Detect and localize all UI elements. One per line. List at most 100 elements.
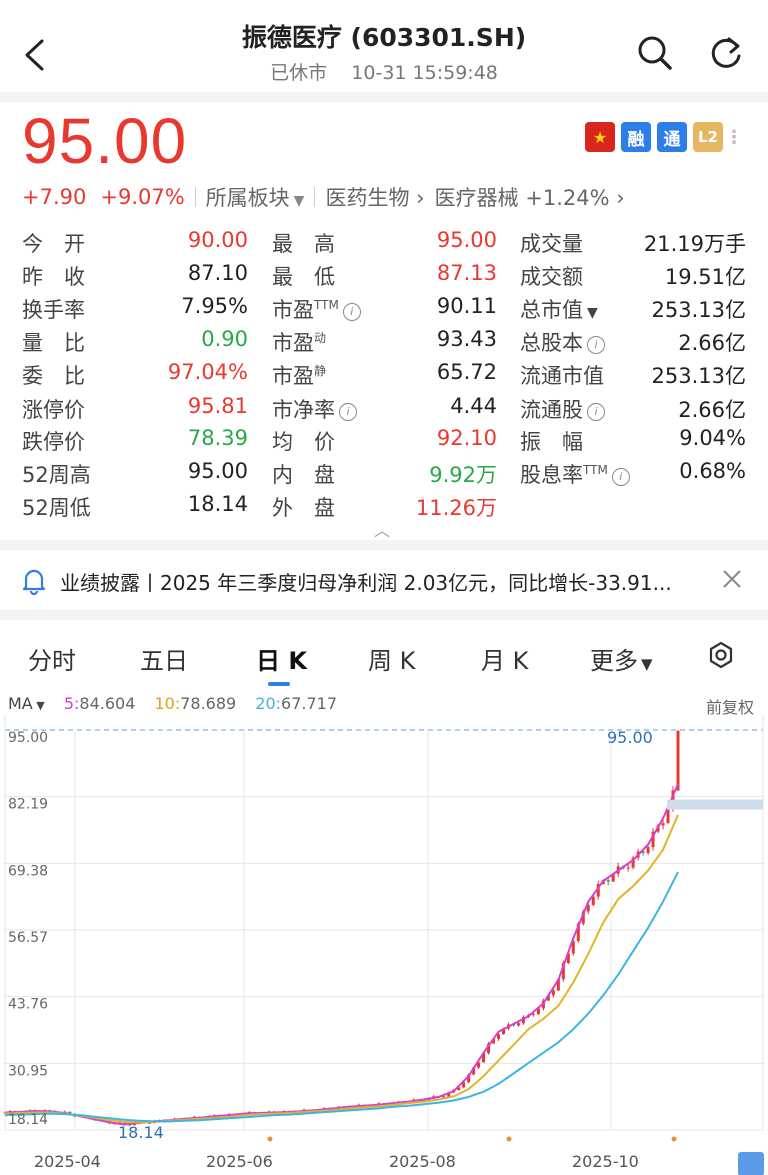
ma20-value: 67.717 [281,694,338,713]
divider [314,187,316,207]
y-tick-label: 69.38 [8,863,48,879]
label-sup: TTM [314,298,339,312]
ma-line-5 [4,783,679,1126]
stat-volume: 21.19万手 [643,232,746,256]
chevron-right-icon: › [416,186,425,210]
notice-text: 业绩披露丨2025 年三季度归母净利润 2.03亿元，同比增长-33.91... [60,571,672,595]
info-icon[interactable]: i [587,403,605,421]
stat-label-dividend[interactable]: 股息率TTM i [520,459,630,489]
margin-badge[interactable]: 融 [621,122,651,152]
tab-monthly-k[interactable]: 月 K [481,641,528,676]
close-icon[interactable] [722,569,742,589]
label-text: 总股本 [520,331,583,355]
sector-link-2[interactable]: 医疗器械 +1.24% › [435,182,625,212]
stat-label: 跌停价 [22,430,85,454]
stat-label-float[interactable]: 流通股 i [520,394,605,424]
price-marker-band [667,799,763,810]
tab-five-day[interactable]: 五日 [140,641,188,676]
tab-more[interactable]: 更多 ▼ [590,641,653,676]
settings-icon[interactable] [707,641,735,669]
sector-name-2: 医疗器械 [434,186,519,210]
stat-label: 内 盘 [272,463,335,487]
sector-link-1[interactable]: 医药生物 › [325,182,424,212]
info-icon[interactable]: i [611,468,630,486]
caret-down-icon: ▼ [587,305,598,321]
label-text: 市净率 [272,398,335,422]
chart-frame [4,715,764,1131]
stat-turnover: 7.95% [181,294,248,318]
x-axis-labels: 2025-04 2025-06 2025-08 2025-10 [34,1152,639,1171]
stat-label: 振 幅 [520,430,583,454]
stat-label-pe-ttm[interactable]: 市盈TTM i [272,294,361,324]
tab-daily-k[interactable]: 日 K [256,641,307,676]
y-tick-label: 30.95 [8,1063,48,1079]
stat-low: 87.13 [436,261,497,285]
stat-high: 95.00 [436,228,497,252]
stat-label: 委 比 [22,364,85,388]
price-change: +7.90 [22,185,87,209]
x-tick-label: 2025-06 [206,1152,273,1171]
connect-badge[interactable]: 通 [657,122,687,152]
more-dots-icon[interactable]: ⋮ [725,122,743,152]
event-dot [671,1136,677,1142]
info-icon[interactable]: i [339,403,357,421]
status-datetime: 10-31 15:59:48 [351,62,498,84]
stat-limit-up: 95.81 [187,394,248,418]
stat-label-mktcap[interactable]: 总市值 ▼ [520,294,598,324]
stat-volume-ratio: 0.90 [201,327,248,351]
ma-legend[interactable]: MA ▼ 5:84.604 10:78.689 20:67.717 [8,694,337,713]
tab-intraday[interactable]: 分时 [28,641,76,676]
stat-label: 涨停价 [22,398,85,422]
sector-change: +1.24% [525,186,610,210]
stat-dividend-yield: 0.68% [679,459,746,483]
ma20-key: 20: [255,694,282,713]
earnings-notice[interactable]: 业绩披露丨2025 年三季度归母净利润 2.03亿元，同比增长-33.91... [0,555,768,607]
sector-name-1: 医药生物 [325,186,410,210]
tab-weekly-k[interactable]: 周 K [368,641,415,676]
label-sup: 静 [314,364,327,378]
y-tick-label: 18.14 [8,1112,48,1128]
header-bar: 振德医疗 (603301.SH) 已休市 10-31 15:59:48 [0,0,768,92]
stat-float-shares: 2.66亿 [678,398,746,422]
high-price-label: 95.00 [607,728,653,747]
ma-label: MA [8,694,33,713]
candle-body [626,867,630,869]
stat-label: 成交额 [520,265,583,289]
candle-body [551,990,555,996]
stat-52w-low: 18.14 [187,492,248,516]
y-axis-labels: 95.00 82.19 69.38 56.57 43.76 30.95 18.14 [8,730,48,1128]
stat-pe-dynamic: 93.43 [436,327,497,351]
active-tab-indicator [268,682,290,686]
candle-body [646,847,650,854]
sector-dropdown[interactable]: 所属板块 ▼ [206,182,305,212]
stat-label: 换手率 [22,298,85,322]
stat-label-pb[interactable]: 市净率 i [272,394,357,424]
chevron-right-icon: › [616,186,625,210]
stat-pe-ttm: 90.11 [436,294,497,318]
stat-label-shares[interactable]: 总股本 i [520,327,605,357]
refresh-icon[interactable] [707,34,745,72]
kline-chart[interactable]: 95.00 82.19 69.38 56.57 43.76 30.95 18.14 2025… [0,715,768,1175]
stat-inner-vol: 9.92万 [429,463,497,487]
stat-amplitude: 9.04% [679,426,746,450]
stat-pb: 4.44 [450,394,497,418]
stat-label: 外 盘 [272,496,335,520]
info-icon[interactable]: i [587,336,605,354]
stat-label: 最 高 [272,232,335,256]
collapse-chevron-icon[interactable]: ︿ [374,517,390,541]
y-tick-label: 56.57 [8,930,48,946]
x-tick-label: 2025-04 [34,1152,101,1171]
y-tick-label: 95.00 [8,730,48,746]
label-text: 股息率 [520,463,583,487]
search-icon[interactable] [636,34,674,72]
info-icon[interactable]: i [342,303,361,321]
stat-total-shares: 2.66亿 [678,331,746,355]
level2-badge[interactable]: L2 [693,122,723,152]
badge-group: ★ 融 通 L2 ⋮ [585,122,743,156]
ma10-key: 10: [154,694,181,713]
candle-body [676,730,680,791]
stat-52w-high: 95.00 [187,459,248,483]
stat-label: 成交量 [520,232,583,256]
event-dot [267,1136,273,1142]
ma5-key: 5: [63,694,80,713]
